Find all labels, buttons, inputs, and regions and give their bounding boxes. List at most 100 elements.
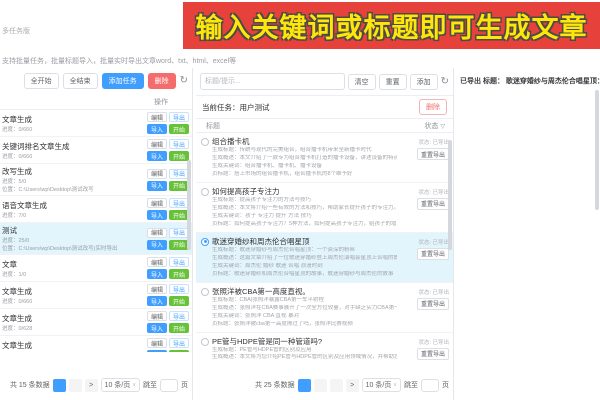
edit-button[interactable]: 编辑 (146, 139, 167, 149)
app-version-note: 多任务版 (2, 28, 30, 35)
edit-button[interactable]: 编辑 (146, 338, 167, 348)
reset-export-button[interactable]: 重置导出 (416, 148, 449, 160)
page-number[interactable] (329, 378, 343, 392)
task-row[interactable]: 文章 进度：1/0 编辑 导出 导入 开始 (0, 255, 192, 282)
export-button[interactable]: 导出 (168, 257, 189, 267)
title-toolbar: 清空 重置 添加 ↻ (196, 68, 453, 95)
reset-export-button[interactable]: 重置导出 (416, 297, 449, 310)
title-row[interactable]: 张照洋被CBA第一高度直视。 生成标题：CBA|张照洋暴露CBA第一车平射程 生… (196, 283, 453, 333)
export-button[interactable]: 导出 (168, 112, 189, 122)
reset-export-button[interactable]: 重置导出 (416, 347, 449, 360)
task-list-panel: 全开始 全结束 添加任务 删除 ↻ 操作 文章生成 进度：0/660 编辑 导出… (0, 68, 193, 400)
page-number[interactable] (313, 378, 327, 392)
edit-button[interactable]: 编辑 (146, 112, 167, 122)
gen-title-line: 生成标题：传统与现代的完美组合，组合播卡机带来全新播卡时代 (212, 147, 372, 153)
delete-task-button[interactable]: 删除 (147, 73, 176, 89)
title-row[interactable]: 组合播卡机 生成标题：传统与现代的完美组合，组合播卡机带来全新播卡时代 生成概述… (196, 133, 453, 183)
edit-button[interactable]: 编辑 (146, 227, 167, 238)
import-button[interactable]: 导入 (146, 151, 167, 161)
start-button[interactable]: 开始 (168, 350, 189, 352)
scrollbar[interactable] (595, 90, 599, 210)
end-all-button[interactable]: 全结束 (62, 73, 98, 89)
reset-export-button[interactable]: 重置导出 (416, 197, 449, 210)
export-button[interactable]: 导出 (168, 198, 189, 208)
import-button[interactable]: 导入 (146, 350, 167, 352)
add-title-button[interactable]: 添加 (409, 73, 438, 90)
edit-button[interactable]: 编辑 (146, 257, 167, 267)
task-row[interactable]: 文章生成 进度：0/639 编辑 导出 导入 开始 (0, 336, 192, 352)
edit-button[interactable]: 编辑 (146, 198, 167, 208)
start-button[interactable]: 开始 (168, 239, 189, 250)
export-button[interactable]: 导出 (168, 168, 189, 179)
export-button[interactable]: 导出 (168, 227, 189, 238)
add-task-button[interactable]: 添加任务 (101, 73, 144, 89)
page-number[interactable] (297, 378, 311, 392)
import-button[interactable]: 导入 (146, 269, 167, 279)
reset-export-button[interactable]: 重置导出 (416, 247, 449, 260)
export-button[interactable]: 导出 (168, 284, 189, 294)
start-button[interactable]: 开始 (168, 323, 189, 333)
radio-button[interactable] (201, 237, 209, 246)
radio-button[interactable] (201, 138, 209, 146)
import-button[interactable]: 导入 (146, 124, 167, 134)
title-row[interactable]: PE管与HDPE管是同一种管道吗? 生成标题：PE管与HDPE管的区别及应用 生… (196, 333, 453, 362)
export-button[interactable]: 导出 (168, 311, 189, 321)
jump-page-input[interactable] (421, 378, 439, 392)
task-row[interactable]: 关键词排名文章生成 进度：0/660 编辑 导出 导入 开始 (0, 137, 192, 164)
article-title-line: 已导出 标题： 歌迷穿婚纱与周杰伦合唱星顶：一个资深的粉丝 (460, 78, 600, 85)
start-button[interactable]: 开始 (168, 296, 189, 306)
next-page-button[interactable]: > (345, 378, 359, 392)
import-button[interactable]: 导入 (146, 239, 167, 250)
refresh-icon[interactable]: ↻ (180, 76, 188, 86)
radio-button[interactable] (201, 337, 209, 346)
edit-button[interactable]: 编辑 (146, 168, 167, 179)
scrollbar[interactable] (448, 140, 452, 250)
page-number[interactable] (68, 378, 82, 392)
task-row[interactable]: 文章生成 进度：0/628 编辑 导出 导入 开始 (0, 309, 192, 336)
gen-summary-line: 生成概述：本文将为您介绍PE管与HDPE管的区别及应用领域情况，并帮助您正确选用… (212, 354, 397, 361)
import-button[interactable]: 导入 (146, 180, 167, 191)
task-progress: 进度：0/660 (2, 298, 33, 305)
task-row[interactable]: 改写生成 进度：5/0 位置：C:\Users\wp\Desktop\测试改写 … (0, 164, 192, 196)
task-row[interactable]: 测试 进度：25/0 位置：C:\Users\wp\Desktop\测试改写(实… (0, 223, 192, 255)
status-column-header[interactable]: 状态 ▽ (424, 121, 445, 131)
start-button[interactable]: 开始 (168, 269, 189, 279)
start-button[interactable]: 开始 (168, 180, 189, 191)
title-row[interactable]: 歌迷穿婚纱和周杰伦合唱星顶 生成标题：歌迷穿婚纱与周杰伦合唱星顶：一个资深的粉丝… (196, 232, 453, 283)
edit-button[interactable]: 编辑 (146, 284, 167, 294)
title-row[interactable]: 如何提高孩子专注力 生成标题：提高孩子专注力的方法与技巧 生成概述：本文将介绍一… (196, 183, 453, 233)
delete-title-button[interactable]: 删除 (419, 99, 447, 115)
page-number[interactable] (52, 378, 66, 392)
jump-suffix: 页 (442, 382, 449, 389)
import-button[interactable]: 导入 (146, 323, 167, 333)
page-size-select[interactable]: 10 条/页 ∨ (361, 378, 401, 392)
edit-button[interactable]: 编辑 (146, 311, 167, 321)
title-row-side: 状态: 已导出 重置导出 (397, 136, 449, 179)
start-button[interactable]: 开始 (168, 124, 189, 134)
next-page-button[interactable]: > (84, 378, 98, 392)
title-text: PE管与HDPE管是同一种管道吗? (212, 336, 323, 346)
scrollbar[interactable] (187, 160, 191, 250)
clear-button[interactable]: 清空 (347, 73, 376, 90)
reset-button[interactable]: 重置 (378, 73, 407, 90)
task-row[interactable]: 文章生成 进度：0/660 编辑 导出 导入 开始 (0, 110, 192, 137)
refresh-icon[interactable]: ↻ (441, 76, 449, 87)
import-button[interactable]: 导入 (146, 296, 167, 306)
import-button[interactable]: 导入 (146, 210, 167, 220)
start-all-button[interactable]: 全开始 (23, 73, 59, 89)
radio-button[interactable] (201, 287, 209, 296)
radio-button[interactable] (201, 187, 209, 196)
task-row[interactable]: 文章生成 进度：0/660 编辑 导出 导入 开始 (0, 282, 192, 309)
start-button[interactable]: 开始 (168, 210, 189, 220)
page-size-select[interactable]: 10 条/页 ∨ (100, 378, 140, 392)
title-row-side: 状态: 已导出 重置导出 (397, 336, 449, 362)
task-row[interactable]: 语音文章生成 进度：7/0 编辑 导出 导入 开始 (0, 196, 192, 223)
task-name: 关键词排名文章生成 (2, 141, 70, 151)
start-button[interactable]: 开始 (168, 151, 189, 161)
search-input[interactable] (200, 73, 345, 90)
jump-page-input[interactable] (160, 378, 178, 392)
page-title-line: 页标题：歌迷穿婚纱和周杰伦合唱星顶的故事，歌迷穿婚纱与周杰伦的故事 (212, 270, 394, 277)
export-button[interactable]: 导出 (168, 338, 189, 348)
export-button[interactable]: 导出 (168, 139, 189, 149)
title-text: 组合播卡机 (212, 137, 250, 146)
